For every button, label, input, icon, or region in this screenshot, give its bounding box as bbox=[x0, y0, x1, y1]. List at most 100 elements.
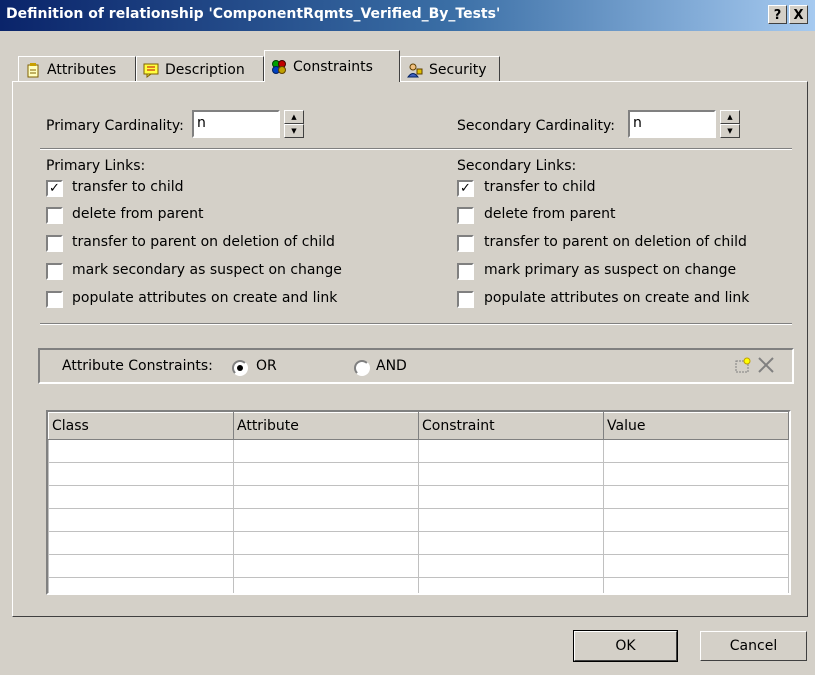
secondary-cardinality-input[interactable]: n bbox=[628, 110, 716, 138]
table-cell[interactable] bbox=[418, 577, 604, 593]
column-header-class[interactable]: Class bbox=[48, 412, 234, 440]
primary-mark-suspect-checkbox[interactable] bbox=[46, 263, 63, 280]
secondary-transfer-to-child-checkbox[interactable]: ✓ bbox=[457, 180, 474, 197]
secondary-cardinality-label: Secondary Cardinality: bbox=[457, 118, 615, 134]
close-button[interactable]: X bbox=[789, 5, 808, 24]
attributes-icon bbox=[25, 62, 41, 78]
tab-description[interactable]: Description bbox=[136, 56, 264, 82]
constraints-icon bbox=[271, 59, 287, 75]
tab-security[interactable]: Security bbox=[400, 56, 500, 82]
checkbox-label: delete from parent bbox=[484, 206, 616, 222]
table-cell[interactable] bbox=[418, 531, 604, 555]
secondary-transfer-to-parent-checkbox[interactable] bbox=[457, 235, 474, 252]
tab-attributes[interactable]: Attributes bbox=[18, 56, 136, 82]
spin-up-icon[interactable]: ▲ bbox=[284, 110, 304, 124]
or-radio[interactable] bbox=[232, 360, 248, 376]
spin-up-icon[interactable]: ▲ bbox=[720, 110, 740, 124]
table-cell[interactable] bbox=[603, 439, 789, 463]
attribute-constraints-bar: Attribute Constraints: OR AND bbox=[38, 348, 794, 384]
table-cell[interactable] bbox=[418, 554, 604, 578]
table-cell[interactable] bbox=[48, 577, 234, 593]
table-row[interactable] bbox=[48, 531, 789, 555]
primary-cardinality-input[interactable]: n bbox=[192, 110, 280, 138]
primary-populate-attributes-checkbox[interactable] bbox=[46, 291, 63, 308]
table-cell[interactable] bbox=[233, 531, 419, 555]
table-row[interactable] bbox=[48, 485, 789, 509]
table-row[interactable] bbox=[48, 577, 789, 593]
secondary-delete-from-parent-checkbox[interactable] bbox=[457, 207, 474, 224]
table-row[interactable] bbox=[48, 439, 789, 463]
table-cell[interactable] bbox=[603, 485, 789, 509]
checkbox-label: transfer to parent on deletion of child bbox=[484, 234, 747, 250]
table-cell[interactable] bbox=[48, 462, 234, 486]
attribute-constraints-label: Attribute Constraints: bbox=[62, 358, 213, 374]
primary-links-label: Primary Links: bbox=[46, 158, 146, 174]
table-row[interactable] bbox=[48, 462, 789, 486]
secondary-cardinality-spinner[interactable]: ▲ ▼ bbox=[720, 110, 740, 138]
table-cell[interactable] bbox=[603, 462, 789, 486]
table-row[interactable] bbox=[48, 508, 789, 532]
table-cell[interactable] bbox=[603, 508, 789, 532]
primary-cardinality-label: Primary Cardinality: bbox=[46, 118, 184, 134]
delete-constraint-icon[interactable] bbox=[756, 355, 776, 375]
secondary-links-label: Secondary Links: bbox=[457, 158, 577, 174]
title-bar: Definition of relationship 'ComponentRqm… bbox=[0, 0, 815, 31]
window-title: Definition of relationship 'ComponentRqm… bbox=[6, 6, 501, 22]
checkbox-label: delete from parent bbox=[72, 206, 204, 222]
table-cell[interactable] bbox=[233, 439, 419, 463]
column-header-attribute[interactable]: Attribute bbox=[233, 412, 419, 440]
constraints-grid[interactable]: Class Attribute Constraint Value bbox=[46, 410, 791, 595]
table-cell[interactable] bbox=[603, 577, 789, 593]
tab-label: Security bbox=[429, 61, 487, 78]
primary-transfer-to-child-checkbox[interactable]: ✓ bbox=[46, 180, 63, 197]
or-radio-label: OR bbox=[256, 358, 277, 374]
tab-label: Attributes bbox=[47, 61, 117, 78]
help-button[interactable]: ? bbox=[768, 5, 787, 24]
table-cell[interactable] bbox=[418, 462, 604, 486]
checkbox-label: transfer to child bbox=[72, 179, 184, 195]
separator bbox=[40, 148, 792, 150]
checkbox-label: transfer to parent on deletion of child bbox=[72, 234, 335, 250]
table-cell[interactable] bbox=[233, 554, 419, 578]
and-radio[interactable] bbox=[354, 360, 370, 376]
spin-down-icon[interactable]: ▼ bbox=[720, 124, 740, 138]
table-cell[interactable] bbox=[233, 462, 419, 486]
primary-delete-from-parent-checkbox[interactable] bbox=[46, 207, 63, 224]
security-icon bbox=[407, 62, 423, 78]
table-cell[interactable] bbox=[48, 439, 234, 463]
separator bbox=[40, 323, 792, 325]
table-cell[interactable] bbox=[418, 439, 604, 463]
secondary-populate-attributes-checkbox[interactable] bbox=[457, 291, 474, 308]
table-cell[interactable] bbox=[48, 554, 234, 578]
radio-dot-icon bbox=[237, 365, 243, 371]
spin-down-icon[interactable]: ▼ bbox=[284, 124, 304, 138]
table-cell[interactable] bbox=[233, 508, 419, 532]
table-cell[interactable] bbox=[233, 485, 419, 509]
checkbox-label: transfer to child bbox=[484, 179, 596, 195]
table-row[interactable] bbox=[48, 554, 789, 578]
tab-constraints[interactable]: Constraints bbox=[264, 50, 400, 82]
checkbox-label: mark primary as suspect on change bbox=[484, 262, 737, 278]
grid-header-row: Class Attribute Constraint Value bbox=[48, 412, 789, 440]
table-cell[interactable] bbox=[603, 554, 789, 578]
and-radio-label: AND bbox=[376, 358, 407, 374]
description-icon bbox=[143, 62, 159, 78]
checkmark-icon: ✓ bbox=[460, 181, 471, 196]
table-cell[interactable] bbox=[418, 508, 604, 532]
cancel-button[interactable]: Cancel bbox=[700, 631, 807, 661]
secondary-mark-suspect-checkbox[interactable] bbox=[457, 263, 474, 280]
table-cell[interactable] bbox=[418, 485, 604, 509]
ok-button[interactable]: OK bbox=[573, 630, 678, 662]
checkbox-label: populate attributes on create and link bbox=[484, 290, 750, 306]
column-header-value[interactable]: Value bbox=[603, 412, 789, 440]
tab-label: Constraints bbox=[293, 58, 373, 75]
new-constraint-icon[interactable] bbox=[734, 357, 752, 375]
column-header-constraint[interactable]: Constraint bbox=[418, 412, 604, 440]
table-cell[interactable] bbox=[48, 485, 234, 509]
table-cell[interactable] bbox=[48, 508, 234, 532]
primary-cardinality-spinner[interactable]: ▲ ▼ bbox=[284, 110, 304, 138]
table-cell[interactable] bbox=[48, 531, 234, 555]
table-cell[interactable] bbox=[603, 531, 789, 555]
primary-transfer-to-parent-checkbox[interactable] bbox=[46, 235, 63, 252]
table-cell[interactable] bbox=[233, 577, 419, 593]
